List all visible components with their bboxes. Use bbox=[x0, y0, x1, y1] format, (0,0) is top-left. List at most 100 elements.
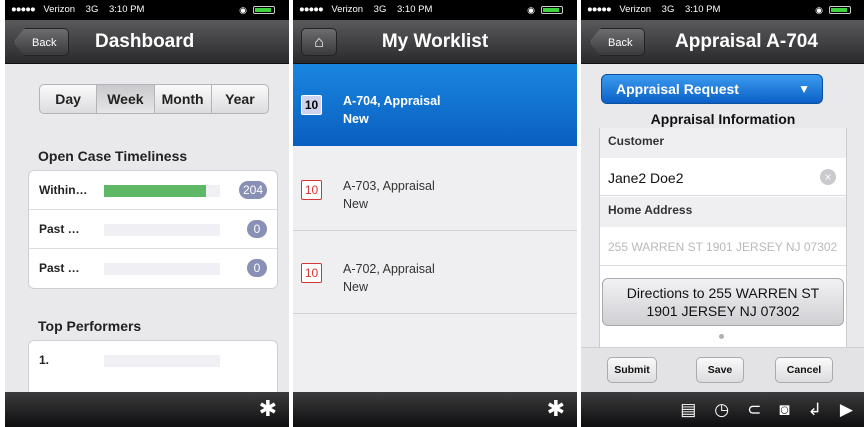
timeliness-heading: Open Case Timeliness bbox=[38, 148, 188, 164]
directions-button[interactable]: Directions to 255 WARREN ST 1901 JERSEY … bbox=[602, 278, 844, 326]
dashboard-screen: ●●●●● Verizon 3G 3:10 PM ◉ Back Dashboar… bbox=[5, 0, 289, 427]
page-title: Appraisal A-704 bbox=[675, 31, 818, 52]
appraisal-form: Customer Jane2 Doe2 × Home Address 255 W… bbox=[599, 128, 847, 366]
appraisal-screen: ●●●●● Verizon 3G 3:10 PM ◉ Back Appraisa… bbox=[581, 0, 864, 427]
section-title: Appraisal Information bbox=[650, 111, 796, 127]
segment-year[interactable]: Year bbox=[212, 85, 268, 113]
status-bar: ●●●●● Verizon 3G 3:10 PM ◉ bbox=[581, 0, 864, 20]
chevron-down-icon: ▼ bbox=[798, 82, 810, 96]
count-badge: 204 bbox=[238, 181, 267, 199]
carrier: Verizon bbox=[43, 4, 76, 15]
item-title: A-702, Appraisal bbox=[343, 262, 435, 276]
progress-track bbox=[104, 263, 220, 275]
signal-icon: ●●●●● bbox=[299, 4, 324, 15]
toolbar-icons: ▤ ◷ ⊂ ◙ ↲ ▶ bbox=[581, 392, 864, 427]
battery-icon bbox=[829, 6, 851, 14]
history-icon[interactable]: ◷ bbox=[714, 400, 729, 420]
count-badge: 0 bbox=[247, 259, 267, 277]
row-label: 1. bbox=[39, 353, 50, 367]
gear-icon[interactable]: ✱ bbox=[259, 397, 277, 421]
page-title: My Worklist bbox=[381, 31, 489, 52]
item-status: New bbox=[343, 280, 369, 294]
clock: 3:10 PM bbox=[109, 4, 145, 15]
action-bar: Submit Save Cancel bbox=[581, 347, 864, 392]
progress-track bbox=[104, 185, 220, 197]
location-icon: ◉ bbox=[239, 5, 247, 15]
progress-fill bbox=[104, 185, 207, 197]
attachment-icon[interactable]: ⊂ bbox=[747, 400, 761, 420]
customer-value: Jane2 Doe2 bbox=[608, 170, 684, 186]
item-status: New bbox=[343, 112, 369, 126]
item-status: New bbox=[343, 197, 369, 211]
screens: ●●●●● Verizon 3G 3:10 PM ◉ Back Dashboar… bbox=[0, 0, 864, 427]
page-title: Dashboard bbox=[95, 31, 195, 52]
carrier: Verizon bbox=[331, 4, 364, 15]
worklist-screen: ●●●●● Verizon 3G 3:10 PM ◉ ⌂ My Worklist… bbox=[293, 0, 577, 427]
performers-heading: Top Performers bbox=[38, 318, 142, 334]
bottom-toolbar: ✱ bbox=[5, 392, 289, 427]
submit-button[interactable]: Submit bbox=[607, 357, 657, 383]
document-icon[interactable]: ▤ bbox=[680, 400, 696, 420]
carrier: Verizon bbox=[619, 4, 652, 15]
back-arrow-icon[interactable]: ↲ bbox=[808, 400, 822, 420]
signal-icon: ●●●●● bbox=[11, 4, 36, 15]
performer-row[interactable]: 1. bbox=[29, 341, 277, 380]
page-indicator bbox=[719, 334, 724, 339]
request-type-value: Appraisal Request bbox=[616, 81, 739, 97]
cancel-button[interactable]: Cancel bbox=[775, 357, 833, 383]
request-type-select[interactable]: Appraisal Request ▼ bbox=[601, 74, 823, 104]
directions-line: 1901 JERSEY NJ 07302 bbox=[646, 303, 800, 319]
camera-icon[interactable]: ◙ bbox=[779, 400, 789, 420]
progress-track bbox=[104, 355, 220, 367]
address-label: Home Address bbox=[600, 197, 846, 227]
customer-label: Customer bbox=[600, 128, 846, 158]
nav-bar: Back Appraisal A-704 bbox=[581, 20, 864, 64]
timeliness-row[interactable]: Within… 204 bbox=[29, 171, 277, 210]
performers-card: 1. bbox=[28, 340, 278, 400]
save-button[interactable]: Save bbox=[696, 357, 744, 383]
nav-bar: Back Dashboard bbox=[5, 20, 289, 64]
segment-day[interactable]: Day bbox=[40, 85, 98, 113]
priority-badge: 10 bbox=[301, 263, 322, 283]
item-title: A-703, Appraisal bbox=[343, 179, 435, 193]
battery-icon bbox=[541, 6, 563, 14]
customer-field[interactable]: Jane2 Doe2 × bbox=[600, 158, 846, 196]
network: 3G bbox=[661, 4, 675, 15]
timeliness-row[interactable]: Past … 0 bbox=[29, 249, 277, 288]
bottom-toolbar: ▤ ◷ ⊂ ◙ ↲ ▶ bbox=[581, 392, 864, 427]
worklist-item[interactable]: 10 A-704, Appraisal New bbox=[293, 64, 577, 146]
back-button[interactable]: Back bbox=[13, 28, 70, 56]
item-title: A-704, Appraisal bbox=[343, 94, 441, 108]
network: 3G bbox=[373, 4, 387, 15]
timeliness-card: Within… 204 Past … 0 Past … 0 bbox=[28, 170, 278, 289]
clock: 3:10 PM bbox=[397, 4, 433, 15]
progress-track bbox=[104, 224, 220, 236]
back-button[interactable]: Back bbox=[589, 28, 646, 56]
worklist-item[interactable]: 10 A-702, Appraisal New bbox=[293, 232, 577, 314]
priority-badge: 10 bbox=[301, 180, 322, 200]
status-bar: ●●●●● Verizon 3G 3:10 PM ◉ bbox=[293, 0, 577, 20]
network: 3G bbox=[85, 4, 99, 15]
period-segmented-control: Day Week Month Year bbox=[39, 84, 269, 114]
location-icon: ◉ bbox=[527, 5, 535, 15]
priority-badge: 10 bbox=[301, 95, 322, 115]
timeliness-row[interactable]: Past … 0 bbox=[29, 210, 277, 249]
location-icon: ◉ bbox=[815, 5, 823, 15]
directions-line: Directions to 255 WARREN ST bbox=[626, 285, 820, 301]
battery-icon bbox=[253, 6, 275, 14]
bottom-toolbar: ✱ bbox=[293, 392, 577, 427]
segment-month[interactable]: Month bbox=[155, 85, 212, 113]
row-label: Within… bbox=[39, 183, 88, 197]
nav-bar: ⌂ My Worklist bbox=[293, 20, 577, 64]
gear-icon[interactable]: ✱ bbox=[547, 397, 565, 421]
address-field[interactable]: 255 WARREN ST 1901 JERSEY NJ 07302 bbox=[600, 228, 846, 266]
status-bar: ●●●●● Verizon 3G 3:10 PM ◉ bbox=[5, 0, 289, 20]
worklist-item[interactable]: 10 A-703, Appraisal New bbox=[293, 149, 577, 231]
play-icon[interactable]: ▶ bbox=[840, 400, 853, 420]
segment-week[interactable]: Week bbox=[97, 85, 155, 113]
row-label: Past … bbox=[39, 261, 80, 275]
row-label: Past … bbox=[39, 222, 80, 236]
clear-icon[interactable]: × bbox=[820, 169, 836, 185]
count-badge: 0 bbox=[247, 220, 267, 238]
clock: 3:10 PM bbox=[685, 4, 721, 15]
